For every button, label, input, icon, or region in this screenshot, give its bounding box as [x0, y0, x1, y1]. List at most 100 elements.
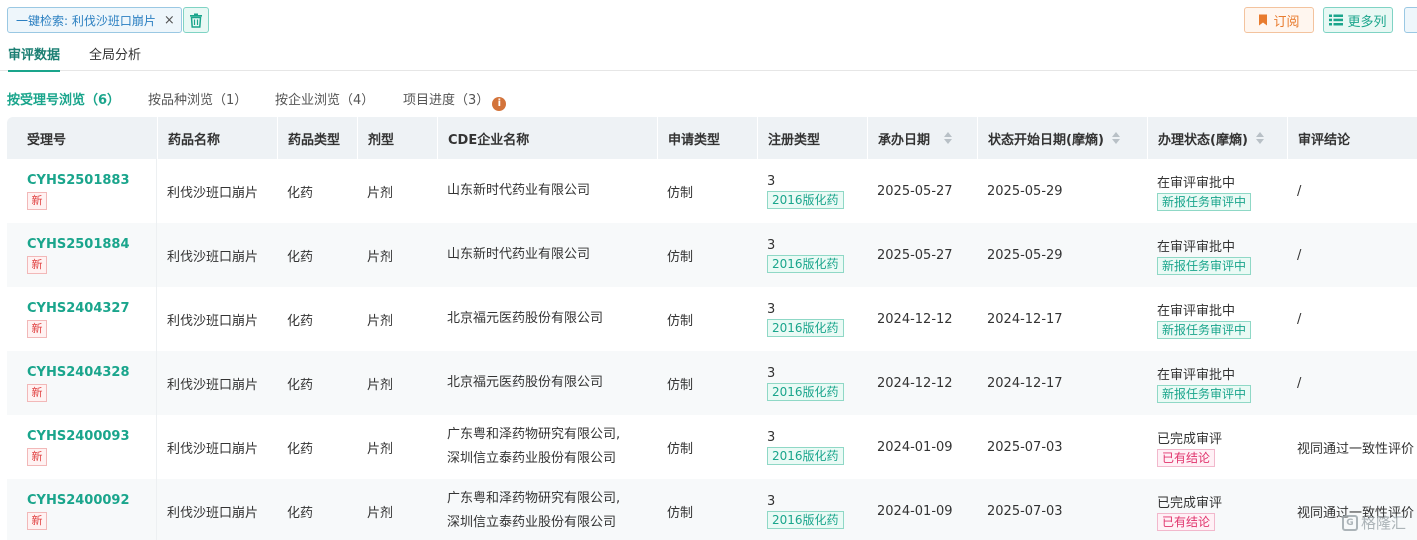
col-header-application-type: 申请类型: [657, 117, 757, 159]
search-chip-label: 一键检索: 利伐沙班口崩片: [16, 13, 156, 28]
review-conclusion: /: [1297, 183, 1302, 199]
cell-handling-date: 2025-05-27: [867, 223, 977, 287]
cell-company: 山东新时代药业有限公司: [437, 223, 657, 287]
info-icon[interactable]: i: [492, 97, 507, 111]
cell-handling-date: 2024-01-09: [867, 479, 977, 540]
handling-status: 在审评审批中: [1157, 175, 1236, 191]
handling-date: 2024-01-09: [877, 503, 953, 519]
table-row[interactable]: CYHS2501883 新 利伐沙班口崩片 化药 片剂 山东新时代药业有限公司 仿制 3 201…: [7, 159, 1417, 223]
dosage-form: 片剂: [367, 441, 394, 457]
drug-type: 化药: [287, 377, 314, 393]
cell-handling-status: 在审评审批中 新报任务审评中: [1147, 287, 1287, 351]
new-badge: 新: [27, 255, 47, 274]
cell-status-start-date: 2025-07-03: [977, 415, 1147, 479]
tab-global-analysis[interactable]: 全局分析: [89, 44, 141, 71]
cell-drug-type: 化药: [277, 479, 357, 540]
registration-tag-wrap: 2016版化药: [767, 317, 867, 337]
cell-conclusion: /: [1287, 351, 1417, 415]
registration-tag: 2016版化药: [767, 382, 844, 401]
cell-drug-name: 利伐沙班口崩片: [157, 159, 277, 223]
acceptance-no-link[interactable]: CYHS2400093: [27, 429, 156, 444]
handling-date: 2025-05-27: [877, 183, 953, 199]
cell-handling-status: 在审评审批中 新报任务审评中: [1147, 159, 1287, 223]
drug-type: 化药: [287, 313, 314, 329]
cell-status-start-date: 2025-05-29: [977, 159, 1147, 223]
cell-acceptance-no: CYHS2501883 新: [7, 159, 157, 223]
application-type: 仿制: [667, 505, 694, 521]
new-badge-wrap: 新: [27, 188, 156, 210]
cell-registration-type: 3 2016版化药: [757, 223, 867, 287]
main-tabs: 审评数据 全局分析: [0, 40, 1417, 72]
new-badge-wrap: 新: [27, 380, 156, 402]
acceptance-no-link[interactable]: CYHS2501883: [27, 173, 156, 188]
cell-dosage-form: 片剂: [357, 223, 437, 287]
search-filter-chip[interactable]: 一键检索: 利伐沙班口崩片 ×: [7, 7, 182, 33]
new-badge: 新: [27, 191, 47, 210]
subtab-by-company[interactable]: 按企业浏览（4）: [275, 89, 374, 108]
col-header-handling-status[interactable]: 办理状态(摩熵): [1147, 117, 1287, 159]
cell-dosage-form: 片剂: [357, 479, 437, 540]
subscribe-button[interactable]: 订阅: [1244, 7, 1314, 33]
company-name: 山东新时代药业有限公司: [447, 247, 591, 262]
col-header-acceptance-no: 受理号: [27, 132, 67, 148]
sort-icon[interactable]: [944, 132, 953, 144]
registration-class: 3: [767, 237, 776, 253]
dosage-form: 片剂: [367, 313, 394, 329]
application-type: 仿制: [667, 441, 694, 457]
col-header-status-start-date[interactable]: 状态开始日期(摩熵): [977, 117, 1147, 159]
list-icon: [1329, 14, 1344, 26]
dosage-form: 片剂: [367, 185, 394, 201]
acceptance-no-link[interactable]: CYHS2404327: [27, 301, 156, 316]
cell-acceptance-no: CYHS2404328 新: [7, 351, 157, 415]
subtab-by-acceptance-no[interactable]: 按受理号浏览（6）: [7, 89, 120, 108]
acceptance-no-link[interactable]: CYHS2400092: [27, 493, 156, 508]
table-row[interactable]: CYHS2501884 新 利伐沙班口崩片 化药 片剂 山东新时代药业有限公司 仿制 3 201…: [7, 223, 1417, 287]
cell-handling-status: 已完成审评 已有结论: [1147, 415, 1287, 479]
cell-drug-name: 利伐沙班口崩片: [157, 415, 277, 479]
dosage-form: 片剂: [367, 377, 394, 393]
sort-icon[interactable]: [1255, 132, 1264, 144]
table-row[interactable]: CYHS2404328 新利伐沙班口崩片 化药 片剂 北京福元医药股份有限公司 仿制 3 20…: [7, 351, 1417, 415]
company-name: 北京福元医药股份有限公司: [447, 375, 604, 390]
sort-icon[interactable]: [1111, 132, 1120, 144]
cell-status-start-date: 2025-05-29: [977, 223, 1147, 287]
cell-conclusion: /: [1287, 223, 1417, 287]
cell-application-type: 仿制: [657, 223, 757, 287]
cell-conclusion: /: [1287, 159, 1417, 223]
drug-name: 利伐沙班口崩片: [167, 441, 259, 457]
col-header-handling-date[interactable]: 承办日期: [867, 117, 977, 159]
status-start-date: 2025-05-29: [987, 247, 1063, 263]
col-header-handling-date-label: 承办日期: [878, 132, 931, 148]
clear-button[interactable]: [183, 7, 209, 33]
acceptance-no-link[interactable]: CYHS2501884: [27, 237, 156, 252]
cell-company: 北京福元医药股份有限公司: [437, 351, 657, 415]
cell-drug-name: 利伐沙班口崩片: [157, 223, 277, 287]
close-icon[interactable]: ×: [164, 13, 175, 28]
table-row[interactable]: CYHS2404327 新利伐沙班口崩片 化药 片剂 北京福元医药股份有限公司 仿制 3 20…: [7, 287, 1417, 351]
cell-application-type: 仿制: [657, 287, 757, 351]
registration-class: 3: [767, 173, 776, 189]
drug-name: 利伐沙班口崩片: [167, 377, 259, 393]
tab-review-data[interactable]: 审评数据: [8, 44, 61, 72]
col-header-company: CDE企业名称: [437, 117, 657, 159]
more-columns-button[interactable]: 更多列: [1323, 7, 1393, 33]
registration-tag-wrap: 2016版化药: [767, 189, 867, 209]
more-columns-label: 更多列: [1347, 14, 1387, 30]
cell-company: 北京福元医药股份有限公司: [437, 287, 657, 351]
watermark-logo: G 格隆汇: [1342, 512, 1406, 533]
company-name: 山东新时代药业有限公司: [447, 183, 591, 198]
cell-dosage-form: 片剂: [357, 159, 437, 223]
review-conclusion: 视同通过一致性评价: [1297, 441, 1415, 457]
drug-name: 利伐沙班口崩片: [167, 505, 259, 521]
edge-button[interactable]: [1404, 7, 1417, 33]
registration-tag: 2016版化药: [767, 446, 844, 465]
acceptance-no-link[interactable]: CYHS2404328: [27, 365, 156, 380]
bookmark-icon: [1259, 14, 1268, 26]
table-row[interactable]: CYHS2400092 新 利伐沙班口崩片 化药 片剂 广东粤和泽药物研究有限公司, 深圳信…: [7, 479, 1417, 540]
drug-name: 利伐沙班口崩片: [167, 313, 259, 329]
subtab-by-variety[interactable]: 按品种浏览（1）: [148, 89, 247, 108]
subtab-project-progress[interactable]: 项目进度（3） i: [403, 89, 507, 111]
table-row[interactable]: CYHS2400093 新 利伐沙班口崩片 化药 片剂 广东粤和泽药物研究有限公司, 深圳信…: [7, 415, 1417, 479]
drug-type: 化药: [287, 505, 314, 521]
status-start-date: 2025-05-29: [987, 183, 1063, 199]
